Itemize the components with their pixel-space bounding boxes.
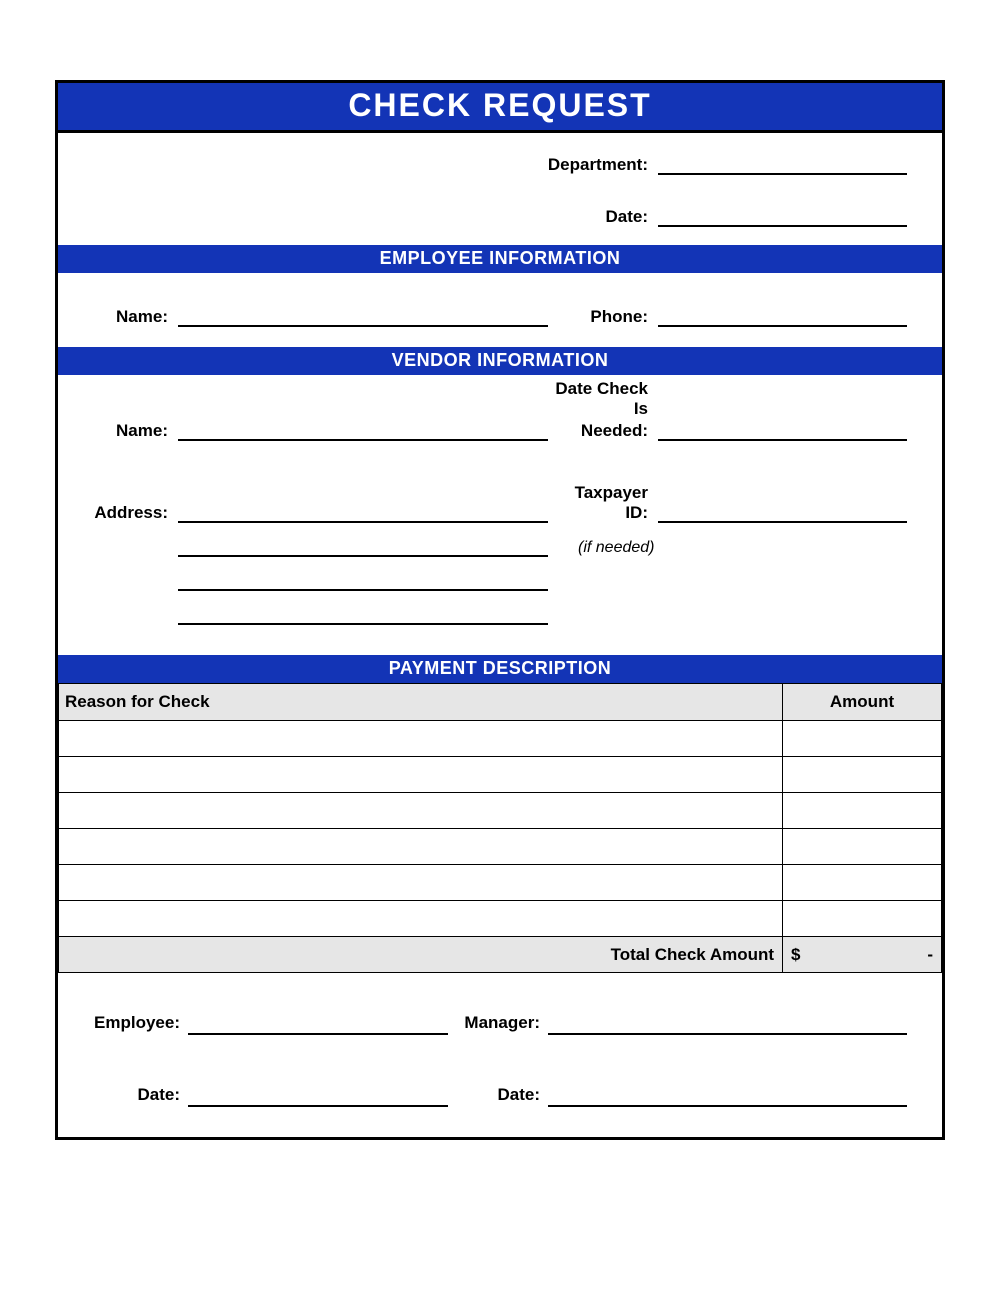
sig-employee-label: Employee: (68, 1013, 188, 1035)
header-date-field[interactable] (658, 203, 907, 227)
reason-cell[interactable] (59, 865, 783, 901)
reason-cell[interactable] (59, 757, 783, 793)
amount-cell[interactable] (783, 829, 942, 865)
sig-employee-date-field[interactable] (188, 1085, 448, 1107)
total-amount-cell: $ - (783, 937, 942, 973)
taxpayer-id-label: Taxpayer ID: (548, 483, 658, 523)
reason-cell[interactable] (59, 901, 783, 937)
total-label: Total Check Amount (59, 937, 783, 973)
reason-cell[interactable] (59, 721, 783, 757)
amount-cell[interactable] (783, 865, 942, 901)
vendor-address-field-1[interactable] (178, 499, 548, 523)
vendor-name-label: Name: (58, 421, 178, 441)
form-title: CHECK REQUEST (58, 83, 942, 133)
employee-phone-field[interactable] (658, 303, 907, 327)
taxpayer-hint: (if needed) (548, 539, 658, 557)
vendor-address-field-3[interactable] (178, 567, 548, 591)
sig-manager-date-field[interactable] (548, 1085, 907, 1107)
date-needed-label-line2: Needed: (548, 421, 658, 441)
employee-section-title: EMPLOYEE INFORMATION (58, 245, 942, 273)
total-value: - (927, 945, 933, 965)
vendor-name-field[interactable] (178, 417, 548, 441)
amount-cell[interactable] (783, 721, 942, 757)
employee-phone-label: Phone: (548, 307, 658, 327)
vendor-address-label: Address: (58, 503, 178, 523)
check-request-form: CHECK REQUEST Department: Date: EMPLOYEE… (55, 80, 945, 1140)
payment-table: Reason for Check Amount Total Check Amou… (58, 683, 942, 973)
sig-employee-date-label: Date: (68, 1085, 188, 1107)
payment-section-title: PAYMENT DESCRIPTION (58, 655, 942, 683)
signatures: Employee: Manager: Date: Date: (58, 973, 942, 1137)
taxpayer-id-field[interactable] (658, 499, 907, 523)
header-date-label: Date: (58, 207, 658, 227)
department-label: Department: (58, 155, 658, 175)
reason-cell[interactable] (59, 793, 783, 829)
total-currency: $ (791, 945, 800, 965)
reason-cell[interactable] (59, 829, 783, 865)
employee-name-label: Name: (58, 307, 178, 327)
date-needed-label-line1: Date Check Is (548, 379, 658, 419)
amount-cell[interactable] (783, 901, 942, 937)
sig-manager-label: Manager: (448, 1013, 548, 1035)
vendor-section-title: VENDOR INFORMATION (58, 347, 942, 375)
vendor-address-field-2[interactable] (178, 533, 548, 557)
date-needed-field[interactable] (658, 417, 907, 441)
department-field[interactable] (658, 151, 907, 175)
sig-employee-field[interactable] (188, 1013, 448, 1035)
sig-manager-field[interactable] (548, 1013, 907, 1035)
vendor-address-field-4[interactable] (178, 601, 548, 625)
employee-name-field[interactable] (178, 303, 548, 327)
amount-cell[interactable] (783, 793, 942, 829)
sig-manager-date-label: Date: (448, 1085, 548, 1107)
reason-header: Reason for Check (59, 684, 783, 721)
amount-cell[interactable] (783, 757, 942, 793)
amount-header: Amount (783, 684, 942, 721)
